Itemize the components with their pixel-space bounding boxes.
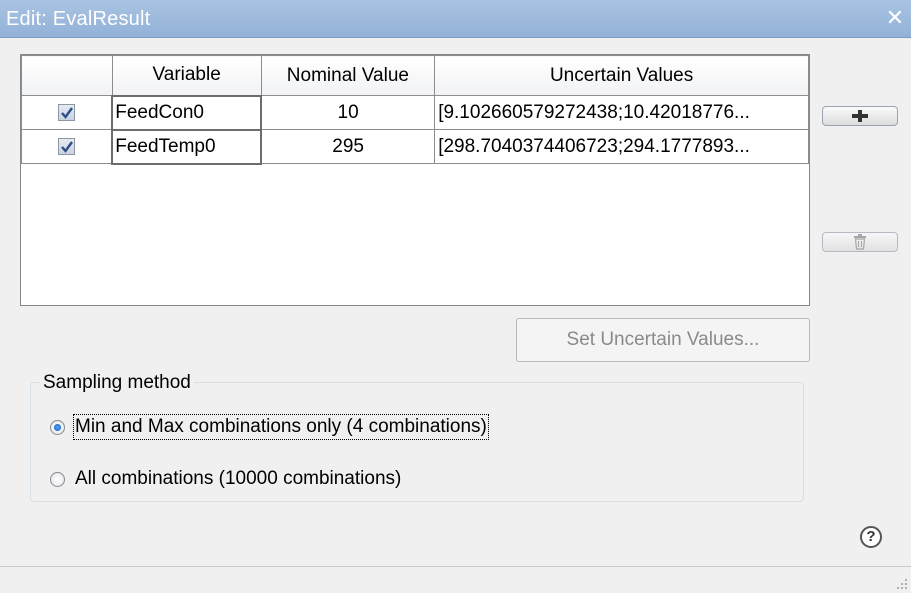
table-row[interactable]: FeedCon0 10 [9.102660579272438;10.420187… <box>21 94 809 131</box>
check-icon <box>61 141 74 153</box>
trash-icon <box>854 234 866 250</box>
nominal-cell[interactable]: 10 <box>260 95 436 130</box>
plus-icon <box>852 110 868 122</box>
row-checkbox[interactable] <box>58 103 76 121</box>
variables-grid: Variable Nominal Value Uncertain Values … <box>21 55 809 165</box>
row-checkbox[interactable] <box>58 137 76 155</box>
help-icon[interactable]: ? <box>860 526 882 548</box>
column-header-nominal[interactable]: Nominal Value <box>260 55 436 96</box>
radio-all[interactable]: All combinations (10000 combinations) <box>50 468 401 490</box>
row-checkbox-cell[interactable] <box>21 129 113 164</box>
nominal-cell[interactable]: 295 <box>260 129 436 164</box>
column-header-check[interactable] <box>21 55 113 96</box>
variable-cell[interactable]: FeedCon0 <box>111 94 263 131</box>
close-icon[interactable]: ✕ <box>883 4 907 32</box>
column-header-uncertain[interactable]: Uncertain Values <box>434 55 809 96</box>
variable-cell[interactable]: FeedTemp0 <box>111 128 263 165</box>
radio-all-label[interactable]: All combinations (10000 combinations) <box>75 468 401 490</box>
status-bar <box>0 566 911 593</box>
variables-table: Variable Nominal Value Uncertain Values … <box>20 54 810 306</box>
window-title: Edit: EvalResult <box>6 8 151 30</box>
table-row[interactable]: FeedTemp0 295 [298.7040374406723;294.177… <box>21 128 809 165</box>
column-header-variable[interactable]: Variable <box>111 55 262 96</box>
title-bar: Edit: EvalResult ✕ <box>0 0 911 38</box>
sampling-method-legend: Sampling method <box>40 372 194 394</box>
resize-grip-icon[interactable] <box>894 576 908 590</box>
set-uncertain-values-button[interactable]: Set Uncertain Values... <box>516 318 810 362</box>
radio-min-max-button[interactable] <box>50 419 65 435</box>
delete-row-button[interactable] <box>822 232 898 252</box>
radio-all-button[interactable] <box>50 471 65 487</box>
uncertain-cell[interactable]: [9.102660579272438;10.42018776... <box>434 95 809 130</box>
row-checkbox-cell[interactable] <box>21 95 113 130</box>
table-header-row: Variable Nominal Value Uncertain Values <box>21 55 809 96</box>
radio-min-max[interactable]: Min and Max combinations only (4 combina… <box>50 414 489 440</box>
check-icon <box>61 107 74 119</box>
uncertain-cell[interactable]: [298.7040374406723;294.1777893... <box>434 129 809 164</box>
add-row-button[interactable] <box>822 106 898 126</box>
radio-min-max-label[interactable]: Min and Max combinations only (4 combina… <box>73 414 489 440</box>
